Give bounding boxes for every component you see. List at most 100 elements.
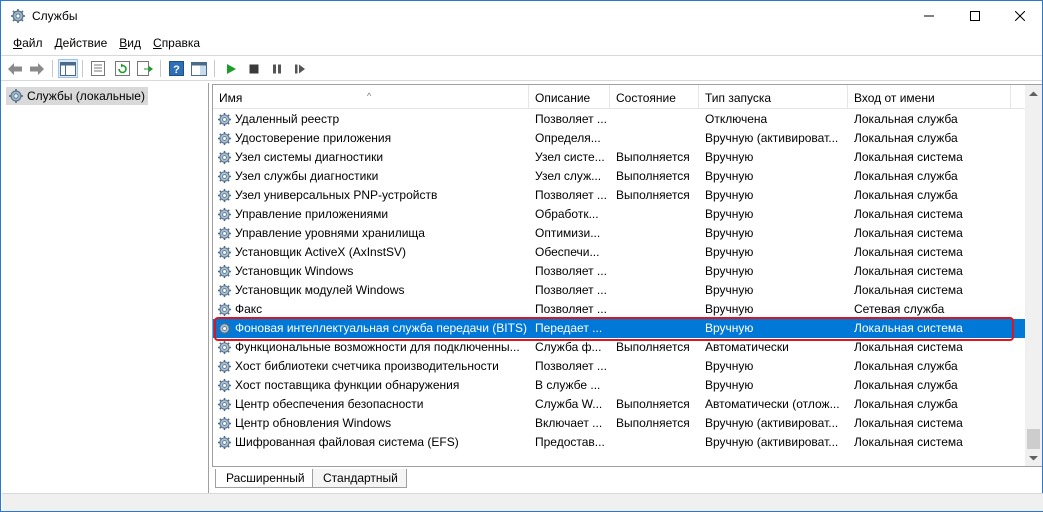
tree-item-local-services[interactable]: Службы (локальные) (6, 87, 148, 105)
table-row[interactable]: Факс Позволяет ... Вручную Сетевая служба (213, 300, 1025, 319)
table-row[interactable]: Узел службы диагностики Узел служ... Выпол… (213, 167, 1025, 186)
export-list-button[interactable] (135, 59, 155, 78)
scroll-down-button[interactable] (1025, 449, 1042, 466)
minimize-button[interactable] (906, 1, 952, 31)
console-view-button[interactable] (189, 59, 209, 78)
forward-button[interactable] (27, 59, 47, 78)
help-icon: ? (168, 61, 184, 76)
cell-name: Управление уровнями хранилища (235, 226, 425, 240)
cell-name: Узел службы диагностики (235, 169, 379, 183)
back-button[interactable] (5, 59, 25, 78)
scroll-up-button[interactable] (1025, 85, 1042, 102)
cell-startup-type: Вручную (активироват... (705, 416, 839, 430)
cell-status (610, 224, 699, 243)
cell-description: Позволяет ... (535, 264, 607, 278)
table-row[interactable]: Узел системы диагностики Узел систе... Вып… (213, 148, 1025, 167)
cell-startup-type: Вручную (705, 188, 754, 202)
properties-icon (91, 61, 105, 76)
column-header-name[interactable]: Имя ^ (213, 85, 529, 109)
cell-name: Установщик модулей Windows (235, 283, 405, 297)
chevron-up-icon (1029, 91, 1038, 96)
table-row[interactable]: Хост библиотеки счетчика производительно… (213, 357, 1025, 376)
cell-logon-as: Локальная система (854, 416, 963, 430)
close-button[interactable] (997, 1, 1043, 31)
cell-status (610, 319, 699, 338)
cell-status: Выполняется (616, 416, 690, 430)
table-row[interactable]: Управление приложениями Обработк... Вручну… (213, 205, 1025, 224)
menu-view[interactable]: Вид (113, 34, 147, 52)
cell-startup-type: Вручную (705, 378, 754, 392)
title-bar[interactable]: Службы (1, 1, 1042, 31)
cell-description: Обработк... (535, 207, 599, 221)
column-header-description[interactable]: Описание (529, 85, 610, 109)
maximize-button[interactable] (952, 1, 998, 31)
start-service-button[interactable] (221, 59, 241, 78)
show-hide-tree-button[interactable] (58, 59, 78, 78)
resume-service-button[interactable] (290, 59, 310, 78)
resume-service-icon (295, 64, 305, 73)
cell-status: Выполняется (616, 188, 690, 202)
cell-logon-as: Локальная система (854, 207, 963, 221)
export-list-icon (137, 61, 153, 76)
console-tree: Службы (локальные) (2, 83, 209, 511)
help-button[interactable]: ? (166, 59, 186, 78)
pause-service-button[interactable] (267, 59, 287, 78)
services-gear-icon (9, 89, 23, 103)
table-row[interactable]: Установщик ActiveX (AxInstSV) Обеспечи...… (213, 243, 1025, 262)
table-row-selected[interactable]: Фоновая интеллектуальная служба передачи… (213, 319, 1025, 338)
column-header-logon-label: Вход от имени (854, 91, 935, 105)
table-row[interactable]: Установщик модулей Windows Позволяет ... В… (213, 281, 1025, 300)
cell-description: Определя... (535, 131, 601, 145)
cell-description: Служба ф... (535, 340, 602, 354)
cell-description: Служба W... (535, 397, 603, 411)
menu-action-accel: Д (54, 36, 63, 50)
tab-standard[interactable]: Стандартный (312, 469, 407, 488)
cell-startup-type: Вручную (активироват... (705, 435, 839, 449)
column-header-startup-type[interactable]: Тип запуска (699, 85, 848, 109)
tab-extended[interactable]: Расширенный (215, 469, 314, 488)
table-row[interactable]: Установщик Windows Позволяет ... Вручную Ло… (213, 262, 1025, 281)
column-header-status[interactable]: Состояние (610, 85, 699, 109)
console-view-icon (191, 61, 207, 76)
properties-button[interactable] (88, 59, 108, 78)
cell-startup-type: Автоматически (отлож... (705, 397, 840, 411)
cell-startup-type: Вручную (705, 245, 754, 259)
table-row[interactable]: Шифрованная файловая система (EFS) Предос… (213, 433, 1025, 452)
table-row[interactable]: Узел универсальных PNP-устройств Позволяе… (213, 186, 1025, 205)
menu-file-accel: Ф (13, 36, 23, 50)
cell-description: Узел систе... (535, 150, 605, 164)
table-row[interactable]: Центр обновления Windows Включает ... Выпо… (213, 414, 1025, 433)
maximize-icon (970, 11, 980, 21)
cell-logon-as: Локальная система (854, 150, 963, 164)
cell-status (610, 376, 699, 395)
view-tabs: Расширенный Стандартный (212, 469, 1042, 489)
stop-service-button[interactable] (244, 59, 264, 78)
menu-help[interactable]: Справка (147, 34, 206, 52)
cell-startup-type: Вручную (705, 264, 754, 278)
table-row[interactable]: Управление уровнями хранилища Оптимизи...… (213, 224, 1025, 243)
cell-logon-as: Локальная служба (854, 188, 958, 202)
cell-logon-as: Локальная служба (854, 131, 958, 145)
table-row[interactable]: Центр обеспечения безопасности Служба W..… (213, 395, 1025, 414)
refresh-button[interactable] (112, 59, 132, 78)
table-row[interactable]: Функциональные возможности для подключен… (213, 338, 1025, 357)
menu-action[interactable]: Действие (49, 34, 114, 52)
cell-name: Центр обеспечения безопасности (235, 397, 424, 411)
back-icon (8, 62, 22, 75)
cell-name: Управление приложениями (235, 207, 389, 221)
menu-help-label: правка (161, 36, 201, 50)
menu-file[interactable]: Файл (7, 34, 49, 52)
cell-status (610, 262, 699, 281)
cell-status: Выполняется (616, 340, 690, 354)
vertical-scrollbar[interactable] (1025, 85, 1042, 466)
scrollbar-thumb[interactable] (1027, 429, 1040, 449)
pause-service-icon (273, 64, 281, 73)
table-row[interactable]: Хост поставщика функции обнаружения В слу… (213, 376, 1025, 395)
table-row[interactable]: Удаленный реестр Позволяет ... Отключена Ло… (213, 110, 1025, 129)
cell-startup-type: Вручную (705, 169, 754, 183)
cell-logon-as: Сетевая служба (854, 302, 945, 316)
cell-startup-type: Вручную (705, 321, 754, 335)
refresh-icon (114, 61, 130, 76)
table-row[interactable]: Удостоверение приложения Определя... Вручн… (213, 129, 1025, 148)
column-header-logon-as[interactable]: Вход от имени (848, 85, 1011, 109)
